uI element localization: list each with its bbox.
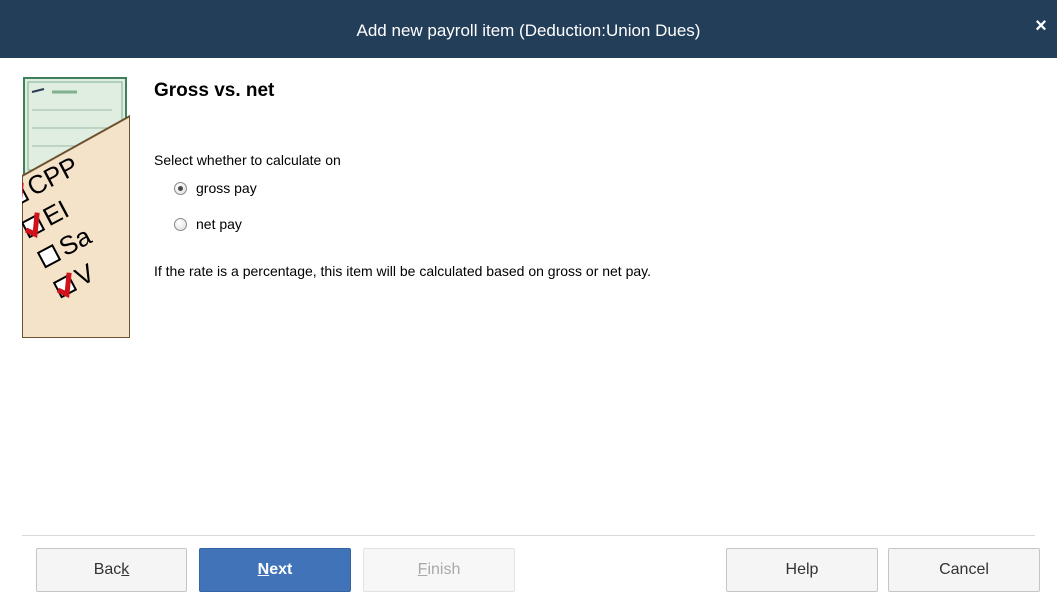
gross-pay-label[interactable]: gross pay <box>196 180 257 196</box>
percentage-note: If the rate is a percentage, this item w… <box>154 263 652 279</box>
finish-mnemonic: F <box>417 561 428 578</box>
cancel-button[interactable]: Cancel <box>888 548 1040 592</box>
next-mnemonic: N <box>257 561 270 578</box>
title-bar[interactable]: Add new payroll item (Deduction:Union Du… <box>0 0 1057 58</box>
back-label-text: Bac <box>93 561 122 578</box>
dialog-window: Add new payroll item (Deduction:Union Du… <box>0 0 1057 606</box>
next-label-text: ext <box>269 561 293 578</box>
gross-pay-radio[interactable] <box>174 181 187 195</box>
net-pay-label[interactable]: net pay <box>196 216 242 232</box>
close-icon[interactable]: × <box>1033 16 1049 36</box>
back-button[interactable]: Back <box>36 548 187 592</box>
back-mnemonic: k <box>121 561 130 578</box>
checklist-illustration-graphic: CPP EI Sa V <box>22 76 130 338</box>
net-pay-radio[interactable] <box>174 217 187 231</box>
gross-pay-option[interactable]: gross pay <box>174 180 257 196</box>
payroll-checklist-illustration: CPP EI Sa V <box>22 76 130 338</box>
button-divider <box>22 535 1035 536</box>
finish-button[interactable]: Finish <box>363 548 515 592</box>
finish-label-text: inish <box>427 561 461 578</box>
next-button[interactable]: Next <box>199 548 351 592</box>
help-button[interactable]: Help <box>726 548 878 592</box>
net-pay-option[interactable]: net pay <box>174 216 242 232</box>
window-title: Add new payroll item (Deduction:Union Du… <box>356 21 701 40</box>
calculation-prompt: Select whether to calculate on <box>154 152 341 168</box>
page-heading: Gross vs. net <box>154 80 275 101</box>
